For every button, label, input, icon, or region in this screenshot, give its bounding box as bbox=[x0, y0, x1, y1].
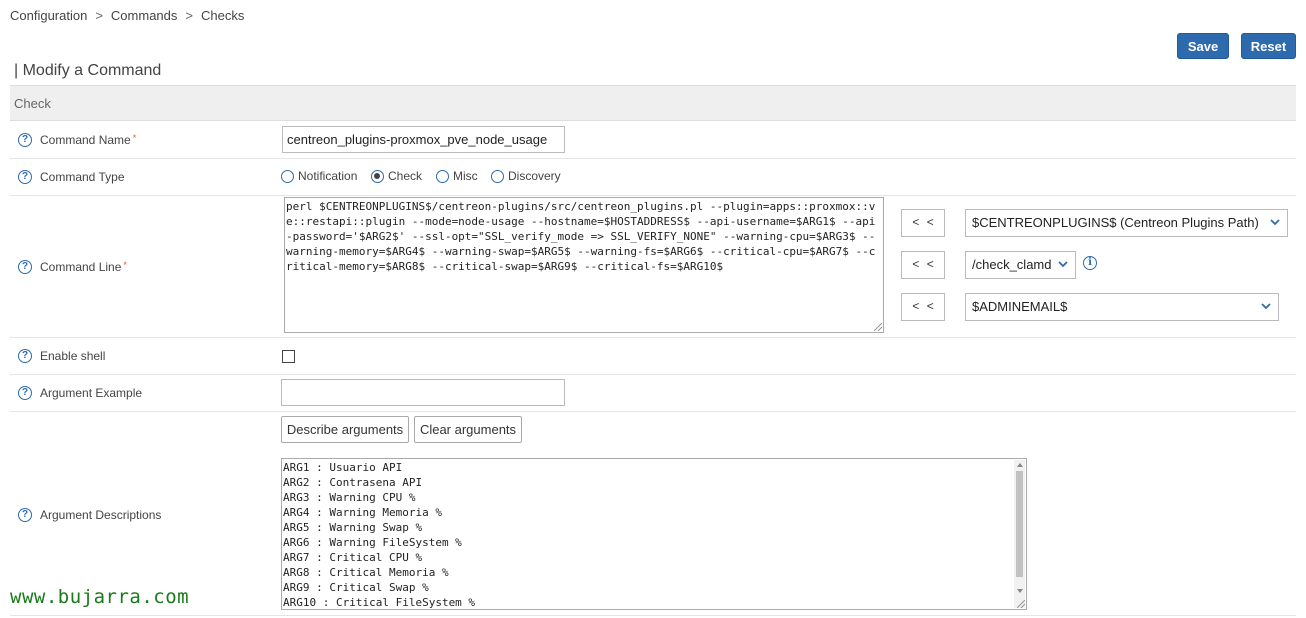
breadcrumb-commands[interactable]: Commands bbox=[111, 8, 177, 23]
macro-select-value: $CENTREONPLUGINS$ (Centreon Plugins Path… bbox=[972, 215, 1259, 230]
argument-description-line: ARG8 : Critical Memoria % bbox=[283, 566, 449, 579]
clear-arguments-button[interactable]: Clear arguments bbox=[414, 416, 522, 443]
radio-circle[interactable] bbox=[281, 169, 294, 183]
plugin-select[interactable]: /check_clamd bbox=[965, 251, 1076, 279]
argument-description-line: ARG4 : Warning Memoria % bbox=[283, 506, 442, 519]
reset-button[interactable]: Reset bbox=[1241, 33, 1296, 59]
argument-description-line: ARG2 : Contrasena API bbox=[283, 476, 423, 489]
breadcrumb: Configuration > Commands > Checks bbox=[10, 8, 244, 23]
argument-description-line: ARG10 : Critical FileSystem % bbox=[283, 596, 476, 609]
resize-grip-icon[interactable] bbox=[874, 323, 882, 331]
help-icon[interactable]: ? bbox=[18, 508, 32, 522]
command-name-input[interactable] bbox=[282, 126, 565, 153]
page-title: | Modify a Command bbox=[14, 62, 162, 79]
resize-grip-icon[interactable] bbox=[1017, 600, 1025, 608]
command-line-textarea[interactable]: perl $CENTREONPLUGINS$/centreon-plugins/… bbox=[284, 197, 884, 333]
section-header: Check bbox=[10, 85, 1296, 121]
argument-description-line: ARG6 : Warning FileSystem % bbox=[283, 536, 462, 549]
row-divider bbox=[10, 374, 1296, 375]
enable-shell-checkbox[interactable] bbox=[282, 350, 295, 363]
row-divider bbox=[10, 158, 1296, 159]
argument-description-line: ARG3 : Warning CPU % bbox=[283, 491, 416, 504]
macro-select[interactable]: $CENTREONPLUGINS$ (Centreon Plugins Path… bbox=[965, 209, 1288, 237]
argument-example-input[interactable] bbox=[281, 379, 565, 406]
radio-misc[interactable]: Misc bbox=[436, 169, 478, 183]
breadcrumb-separator: > bbox=[95, 8, 103, 23]
argument-example-label: Argument Example bbox=[40, 386, 143, 400]
plugin-select-value: /check_clamd bbox=[972, 257, 1052, 272]
help-icon[interactable]: ? bbox=[18, 386, 32, 400]
command-type-label: Command Type bbox=[40, 170, 125, 184]
help-icon[interactable]: ? bbox=[18, 349, 32, 363]
argument-description-line: ARG9 : Critical Swap % bbox=[283, 581, 429, 594]
insert-plugin-button[interactable]: < < bbox=[901, 251, 945, 279]
email-macro-select[interactable]: $ADMINEMAIL$ bbox=[965, 293, 1279, 321]
watermark: www.bujarra.com bbox=[10, 586, 190, 608]
radio-circle[interactable] bbox=[436, 169, 449, 183]
describe-arguments-button[interactable]: Describe arguments bbox=[281, 416, 409, 443]
email-select-value: $ADMINEMAIL$ bbox=[972, 299, 1068, 314]
enable-shell-label: Enable shell bbox=[40, 349, 106, 363]
scroll-down-icon[interactable] bbox=[1017, 589, 1023, 593]
scrollbar-thumb[interactable] bbox=[1016, 471, 1023, 577]
argument-descriptions-textarea[interactable]: ARG1 : Usuario API ARG2 : Contrasena API… bbox=[281, 458, 1027, 610]
row-divider bbox=[10, 337, 1296, 338]
argument-description-line: ARG7 : Critical CPU % bbox=[283, 551, 423, 564]
row-divider bbox=[10, 195, 1296, 196]
radio-discovery[interactable]: Discovery bbox=[491, 169, 561, 183]
breadcrumb-checks[interactable]: Checks bbox=[201, 8, 244, 23]
help-icon[interactable]: ? bbox=[18, 170, 32, 184]
command-line-text: perl $CENTREONPLUGINS$/centreon-plugins/… bbox=[286, 200, 876, 273]
help-icon[interactable]: ? bbox=[18, 260, 32, 274]
chevron-down-icon bbox=[1270, 219, 1280, 226]
command-line-label: Command Line * bbox=[40, 260, 127, 274]
help-icon[interactable]: ? bbox=[18, 133, 32, 147]
save-button[interactable]: Save bbox=[1177, 33, 1229, 59]
chevron-down-icon bbox=[1058, 261, 1068, 268]
required-marker: * bbox=[132, 133, 137, 143]
required-marker: * bbox=[123, 260, 127, 270]
radio-check[interactable]: Check bbox=[371, 169, 422, 183]
row-divider bbox=[10, 615, 1296, 616]
breadcrumb-configuration[interactable]: Configuration bbox=[10, 8, 87, 23]
breadcrumb-separator: > bbox=[185, 8, 193, 23]
radio-circle-selected[interactable] bbox=[371, 169, 384, 183]
insert-macro-button[interactable]: < < bbox=[901, 209, 945, 237]
radio-notification[interactable]: Notification bbox=[281, 169, 357, 183]
info-icon[interactable]: i bbox=[1083, 256, 1097, 270]
argument-descriptions-label: Argument Descriptions bbox=[40, 508, 162, 522]
argument-description-line: ARG5 : Warning Swap % bbox=[283, 521, 423, 534]
argument-description-line: ARG1 : Usuario API bbox=[283, 461, 403, 474]
row-divider bbox=[10, 411, 1296, 412]
chevron-down-icon bbox=[1261, 303, 1271, 310]
insert-email-button[interactable]: < < bbox=[901, 293, 945, 321]
command-name-label: Command Name * bbox=[40, 133, 137, 147]
radio-circle[interactable] bbox=[491, 169, 504, 183]
scroll-up-icon[interactable] bbox=[1017, 463, 1023, 467]
